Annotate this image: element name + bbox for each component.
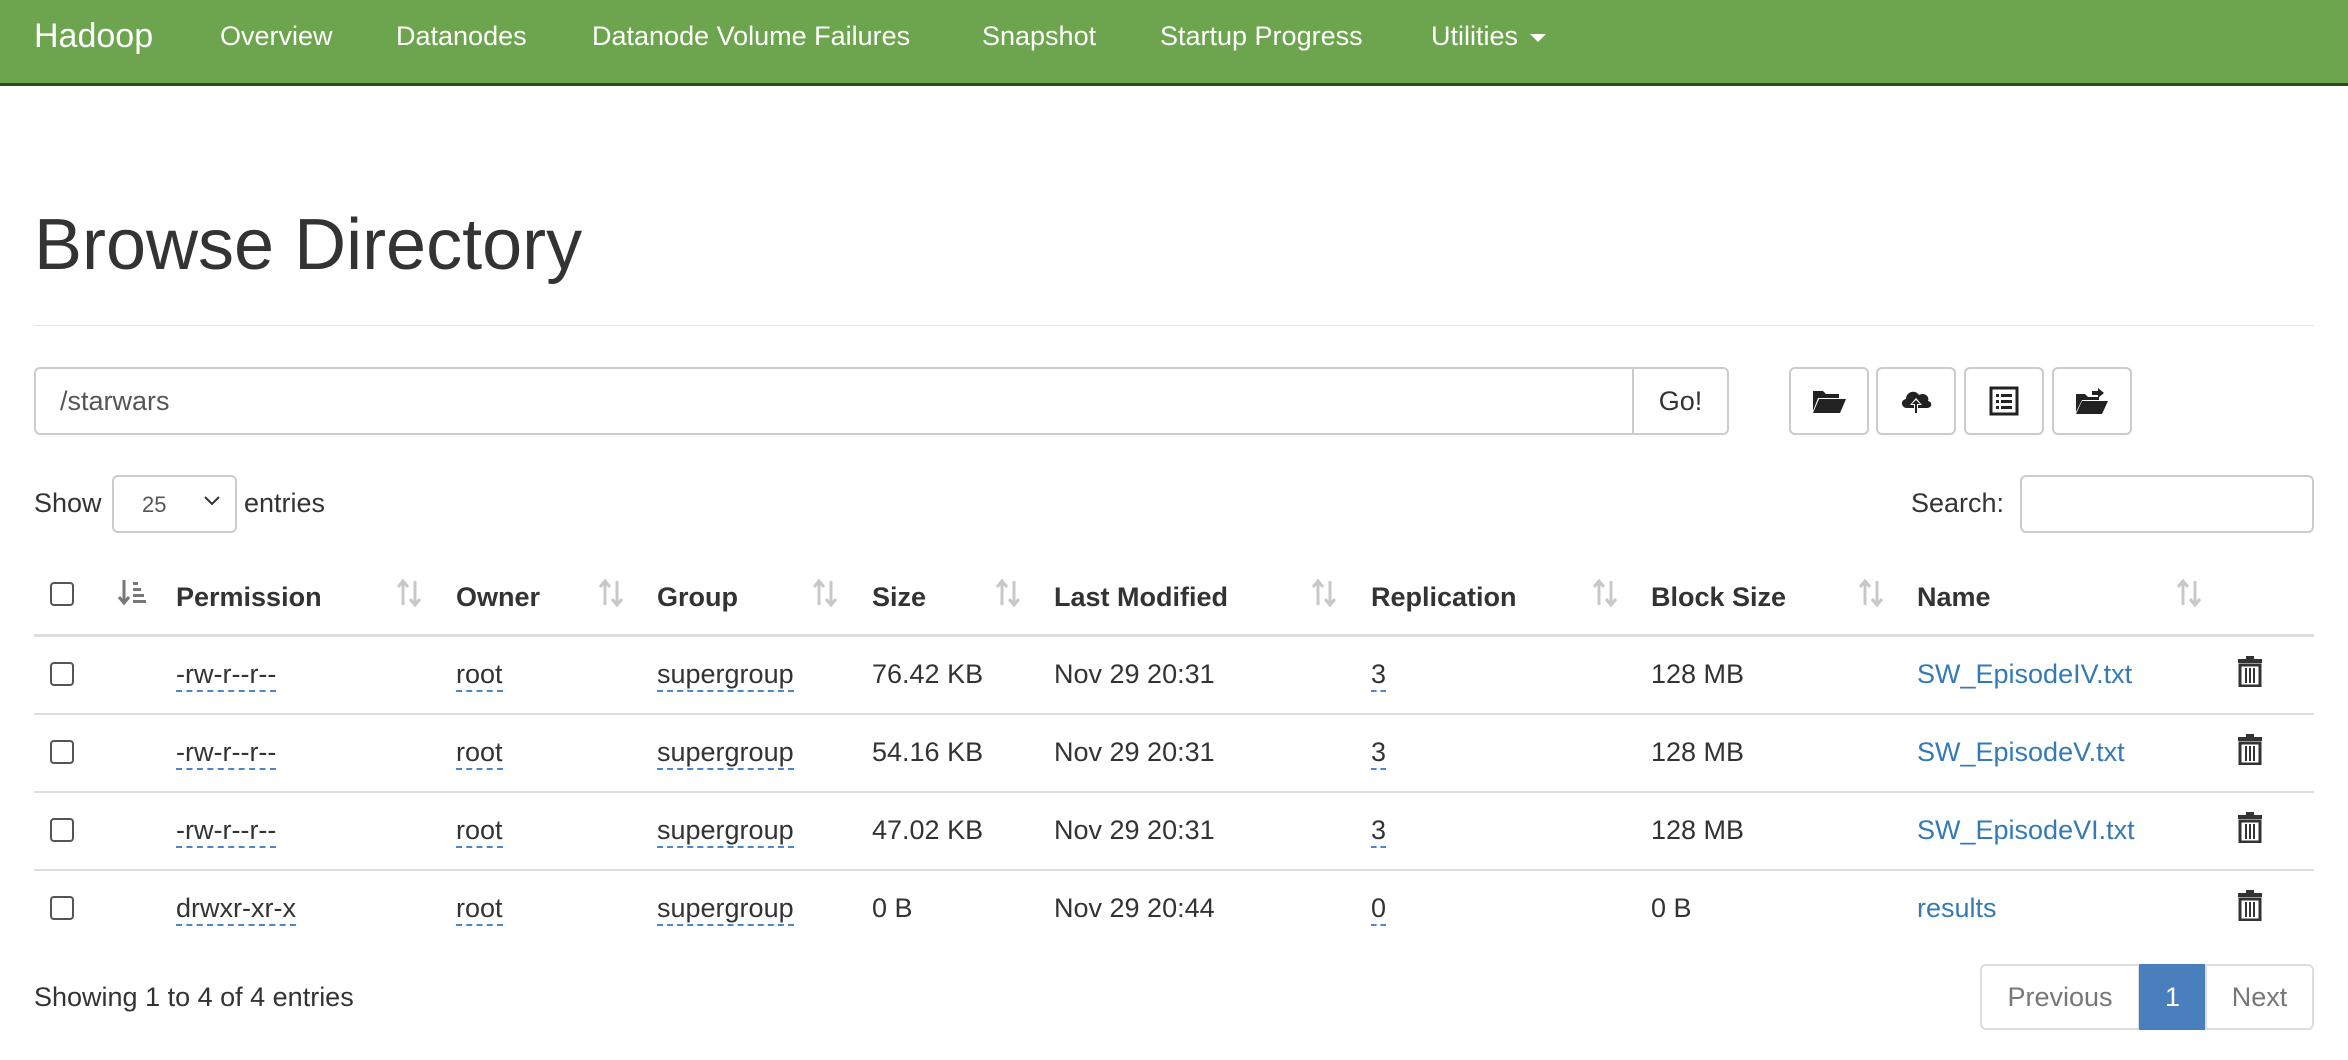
sort-icon[interactable] bbox=[1591, 578, 1619, 608]
size-cell: 54.16 KB bbox=[872, 737, 984, 767]
trash-icon[interactable] bbox=[2237, 733, 2263, 765]
sort-icon[interactable] bbox=[1310, 578, 1338, 608]
sort-icon[interactable] bbox=[811, 578, 839, 608]
header-divider bbox=[34, 634, 2314, 637]
search-label: Search: bbox=[1911, 488, 2005, 518]
show-label: Show bbox=[34, 488, 102, 518]
folder-open-icon bbox=[1813, 391, 1846, 413]
entries-label: entries bbox=[244, 488, 326, 518]
next-page-button[interactable]: Next bbox=[2205, 964, 2314, 1030]
permission-cell[interactable]: drwxr-xr-x bbox=[176, 892, 296, 926]
select-all-checkbox[interactable] bbox=[50, 582, 74, 606]
move-selected-button[interactable] bbox=[2052, 367, 2132, 435]
nav-overview[interactable]: Overview bbox=[220, 0, 333, 72]
row-checkbox[interactable] bbox=[50, 662, 74, 686]
owner-cell[interactable]: root bbox=[456, 736, 503, 770]
search-input[interactable] bbox=[2020, 475, 2314, 533]
nav-snapshot[interactable]: Snapshot bbox=[982, 0, 1096, 72]
page-title: Browse Directory bbox=[34, 205, 583, 285]
table-info: Showing 1 to 4 of 4 entries bbox=[34, 982, 354, 1012]
title-divider bbox=[34, 325, 2314, 326]
owner-cell[interactable]: root bbox=[456, 892, 503, 926]
replication-cell[interactable]: 3 bbox=[1371, 814, 1387, 848]
column-header-permission[interactable]: Permission bbox=[176, 577, 322, 617]
size-cell: 0 B bbox=[872, 893, 913, 923]
file-name-link[interactable]: SW_EpisodeIV.txt bbox=[1917, 654, 2132, 694]
file-name-link[interactable]: SW_EpisodeV.txt bbox=[1917, 732, 2125, 772]
directory-listing-button[interactable] bbox=[1964, 367, 2044, 435]
column-header-name[interactable]: Name bbox=[1917, 577, 1991, 617]
sort-icon[interactable] bbox=[2175, 578, 2203, 608]
row-divider bbox=[34, 713, 2314, 715]
brand-logo[interactable]: Hadoop bbox=[34, 0, 153, 72]
column-header-size[interactable]: Size bbox=[872, 577, 926, 617]
row-checkbox[interactable] bbox=[50, 896, 74, 920]
owner-cell[interactable]: root bbox=[456, 658, 503, 692]
row-divider bbox=[34, 791, 2314, 793]
list-icon bbox=[1989, 386, 2019, 416]
column-header-owner[interactable]: Owner bbox=[456, 577, 540, 617]
create-directory-button[interactable] bbox=[1789, 367, 1869, 435]
group-cell[interactable]: supergroup bbox=[657, 892, 794, 926]
last-modified-cell: Nov 29 20:31 bbox=[1054, 815, 1215, 845]
sort-ascending-icon[interactable] bbox=[116, 578, 146, 608]
block-size-cell: 128 MB bbox=[1651, 737, 1745, 767]
sort-icon[interactable] bbox=[597, 578, 625, 608]
upload-files-button[interactable] bbox=[1876, 367, 1956, 435]
move-folder-icon bbox=[2076, 388, 2108, 414]
directory-name-link[interactable]: results bbox=[1917, 888, 1997, 928]
row-checkbox[interactable] bbox=[50, 740, 74, 764]
permission-cell[interactable]: -rw-r--r-- bbox=[176, 658, 277, 692]
column-header-replication[interactable]: Replication bbox=[1371, 577, 1517, 617]
last-modified-cell: Nov 29 20:44 bbox=[1054, 893, 1215, 923]
replication-cell[interactable]: 3 bbox=[1371, 736, 1387, 770]
nav-startup-progress[interactable]: Startup Progress bbox=[1160, 0, 1363, 72]
size-cell: 76.42 KB bbox=[872, 659, 984, 689]
sort-icon[interactable] bbox=[395, 578, 423, 608]
entries-per-page-value: 25 bbox=[142, 492, 167, 517]
nav-datanode-volume-failures[interactable]: Datanode Volume Failures bbox=[592, 0, 910, 72]
row-checkbox[interactable] bbox=[50, 818, 74, 842]
top-navbar: Hadoop Overview Datanodes Datanode Volum… bbox=[0, 0, 2348, 86]
caret-down-icon bbox=[1530, 33, 1547, 42]
group-cell[interactable]: supergroup bbox=[657, 814, 794, 848]
sort-icon[interactable] bbox=[994, 578, 1022, 608]
group-cell[interactable]: supergroup bbox=[657, 658, 794, 692]
replication-cell[interactable]: 0 bbox=[1371, 892, 1387, 926]
trash-icon[interactable] bbox=[2237, 655, 2263, 687]
block-size-cell: 128 MB bbox=[1651, 659, 1745, 689]
nav-datanodes[interactable]: Datanodes bbox=[396, 0, 527, 72]
block-size-cell: 128 MB bbox=[1651, 815, 1745, 845]
page-1-button[interactable]: 1 bbox=[2139, 964, 2206, 1030]
owner-cell[interactable]: root bbox=[456, 814, 503, 848]
replication-cell[interactable]: 3 bbox=[1371, 658, 1387, 692]
trash-icon[interactable] bbox=[2237, 889, 2263, 921]
size-cell: 47.02 KB bbox=[872, 815, 984, 845]
permission-cell[interactable]: -rw-r--r-- bbox=[176, 814, 277, 848]
nav-utilities-label: Utilities bbox=[1431, 21, 1519, 51]
go-button[interactable]: Go! bbox=[1632, 367, 1729, 435]
nav-utilities-dropdown[interactable]: Utilities bbox=[1431, 0, 1547, 72]
sort-icon[interactable] bbox=[1857, 578, 1885, 608]
entries-per-page-select[interactable]: 25 bbox=[112, 475, 237, 533]
directory-path-input[interactable] bbox=[34, 367, 1634, 435]
trash-icon[interactable] bbox=[2237, 811, 2263, 843]
block-size-cell: 0 B bbox=[1651, 893, 1692, 923]
last-modified-cell: Nov 29 20:31 bbox=[1054, 659, 1215, 689]
last-modified-cell: Nov 29 20:31 bbox=[1054, 737, 1215, 767]
row-divider bbox=[34, 869, 2314, 871]
file-name-link[interactable]: SW_EpisodeVI.txt bbox=[1917, 810, 2135, 850]
chevron-down-icon bbox=[204, 496, 220, 506]
column-header-block-size[interactable]: Block Size bbox=[1651, 577, 1786, 617]
column-header-group[interactable]: Group bbox=[657, 577, 738, 617]
group-cell[interactable]: supergroup bbox=[657, 736, 794, 770]
previous-page-button[interactable]: Previous bbox=[1980, 964, 2140, 1030]
upload-cloud-icon bbox=[1901, 391, 1932, 414]
column-header-last-modified[interactable]: Last Modified bbox=[1054, 577, 1228, 617]
permission-cell[interactable]: -rw-r--r-- bbox=[176, 736, 277, 770]
